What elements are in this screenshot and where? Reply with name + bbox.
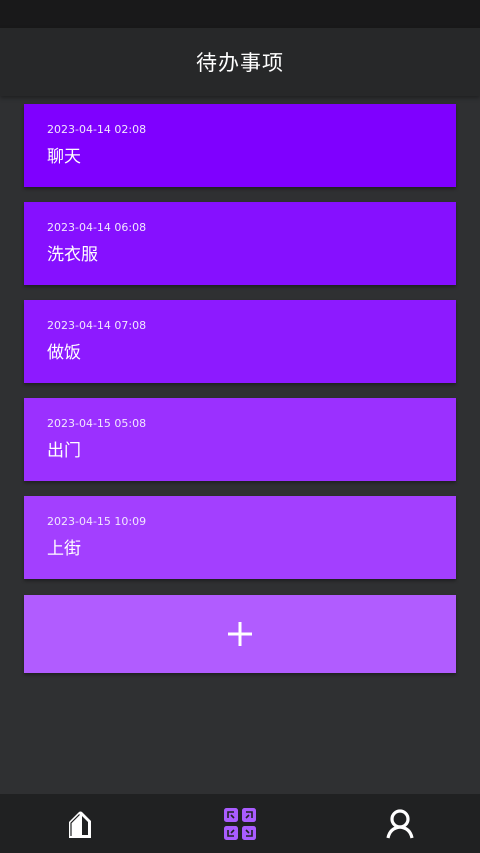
todo-time: 2023-04-14 02:08 [47,123,147,136]
page-title: 待办事项 [196,51,284,75]
plus-icon [228,622,252,646]
todo-text: 聊天 [47,147,81,167]
grid-icon [224,807,256,840]
todo-time: 2023-04-14 07:08 [47,319,147,332]
nav-profile[interactable] [360,794,440,853]
bottom-nav [0,794,480,853]
home-icon [69,811,91,838]
todo-item[interactable]: 2023-04-14 07:08 做饭 [24,300,456,383]
add-todo-button[interactable] [24,595,456,673]
todo-text: 洗衣服 [47,245,98,265]
nav-home[interactable] [40,794,120,853]
todo-item[interactable]: 2023-04-15 10:09 上街 [24,496,456,579]
todo-item[interactable]: 2023-04-14 06:08 洗衣服 [24,202,456,285]
todo-list: 2023-04-14 02:08 聊天 2023-04-14 06:08 洗衣服… [24,104,456,594]
user-icon [386,808,414,838]
nav-todo[interactable] [200,794,280,853]
todo-item[interactable]: 2023-04-15 05:08 出门 [24,398,456,481]
app-header: 待办事项 [0,28,480,96]
app-screen: 待办事项 2023-04-14 02:08 聊天 2023-04-14 06:0… [0,0,480,853]
status-bar [0,0,480,28]
todo-text: 出门 [47,441,81,461]
todo-time: 2023-04-14 06:08 [47,221,147,234]
todo-time: 2023-04-15 05:08 [47,417,147,430]
todo-item[interactable]: 2023-04-14 02:08 聊天 [24,104,456,187]
todo-time: 2023-04-15 10:09 [47,515,147,528]
todo-text: 上街 [47,539,81,559]
todo-text: 做饭 [47,343,81,363]
